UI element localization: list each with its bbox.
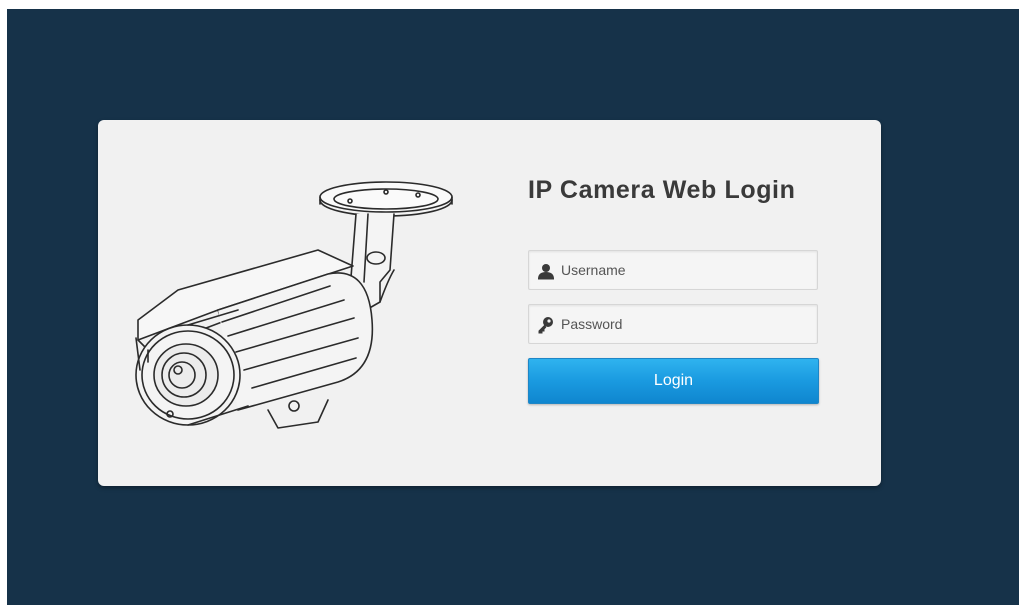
page-background: IP Camera Web Login Login [7,9,1019,605]
bullet-camera-illustration [135,181,453,429]
login-button[interactable]: Login [528,358,819,404]
username-field[interactable] [528,250,818,290]
password-field[interactable] [528,304,818,344]
password-input[interactable] [561,305,811,343]
username-input[interactable] [561,251,811,289]
key-icon [538,317,553,334]
user-icon [538,264,554,280]
page-title: IP Camera Web Login [528,176,796,204]
login-card: IP Camera Web Login Login [98,120,881,486]
